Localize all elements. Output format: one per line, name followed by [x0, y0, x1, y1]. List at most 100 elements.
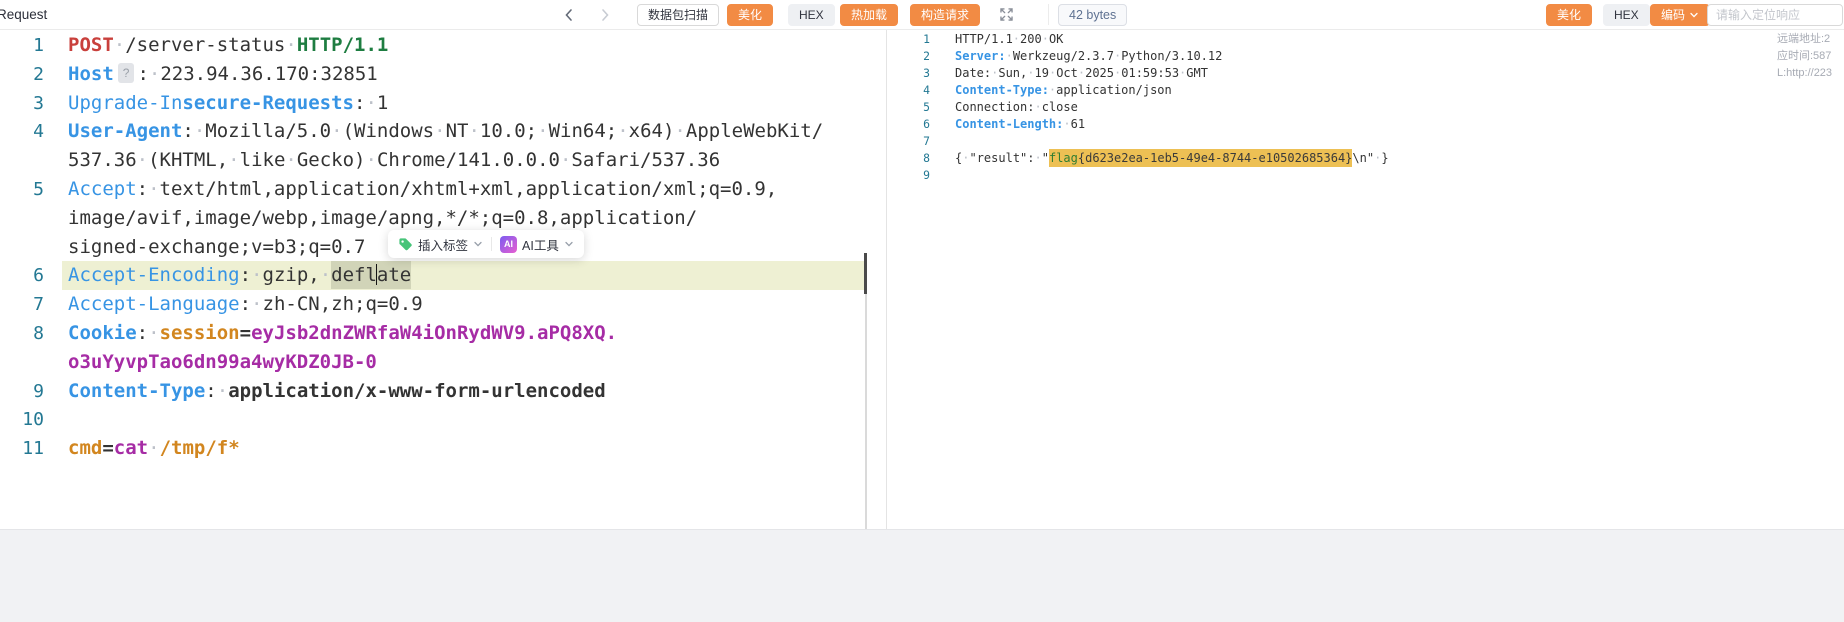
overview-ruler-track: [865, 294, 867, 529]
next-packet-button[interactable]: [597, 7, 613, 23]
line-number: 3: [33, 92, 44, 114]
code-token: 19: [1034, 66, 1049, 80]
overview-ruler-cursor-mark: [864, 253, 867, 294]
line-content: Content-Length:·61: [955, 117, 1085, 131]
line-number: 1: [33, 35, 44, 56]
code-token: Oct: [1056, 66, 1078, 80]
code-token: ·: [136, 149, 149, 172]
hot-reload-button[interactable]: 热加载: [840, 4, 899, 26]
code-token: Content-Type:: [955, 83, 1049, 97]
build-request-button[interactable]: 构造请求: [910, 4, 981, 26]
code-line[interactable]: o3uYyvpTao6dn99a4wyKDZ0JB-0: [0, 348, 886, 377]
code-token: ·: [148, 321, 160, 344]
code-token: text/html,application/xhtml+xml,applicat…: [159, 177, 778, 200]
code-line[interactable]: 10: [0, 405, 886, 434]
code-line[interactable]: image/avif,image/webp,image/apng,*/*;q=0…: [0, 204, 886, 233]
request-panel-title: Request: [0, 7, 48, 22]
code-line[interactable]: 11 cmd=cat·/tmp/f*: [0, 434, 886, 463]
line-content: Cookie:·session=eyJsb2dnZWRfaW4iOnRydWV9…: [68, 322, 617, 344]
code-line[interactable]: 9 Content-Type:·application/x-www-form-ur…: [0, 377, 886, 406]
line-number: 1: [923, 32, 930, 46]
locate-response-input[interactable]: [1707, 4, 1843, 26]
code-token: ·: [285, 34, 297, 56]
code-token: ·: [1041, 32, 1049, 46]
code-line[interactable]: 6 Accept-Encoding:·gzip,·deflate: [0, 261, 886, 290]
code-token: :: [205, 379, 217, 402]
response-hex-button[interactable]: HEX: [1603, 4, 1650, 26]
line-number: 5: [33, 178, 44, 200]
code-line[interactable]: 2 Server:·Werkzeug/2.3.7·Python/3.10.12: [887, 48, 1844, 65]
code-line[interactable]: 7 Accept-Language:·zh-CN,zh;q=0.9: [0, 290, 886, 319]
code-line[interactable]: 7: [887, 133, 1844, 150]
line-content: {·"result":·"flag{d623e2ea-1eb5-49e4-874…: [955, 149, 1389, 167]
insert-tag-menu[interactable]: 插入标签: [398, 235, 483, 254]
header-divider: [1048, 4, 1049, 25]
code-token: :: [239, 293, 252, 316]
code-token: ·: [319, 264, 332, 287]
code-token: ·: [113, 34, 126, 56]
packet-scan-button[interactable]: 数据包扫描: [637, 4, 720, 26]
code-line[interactable]: 9: [887, 167, 1844, 184]
code-token: /server-status: [125, 34, 286, 56]
code-token: ·: [285, 149, 297, 172]
code-token: POST: [68, 34, 114, 56]
line-number: 8: [33, 322, 44, 344]
code-line[interactable]: 6 Content-Length:·61: [887, 116, 1844, 133]
insert-tag-label: 插入标签: [418, 238, 469, 253]
chevron-down-icon: [474, 241, 482, 247]
line-number: 9: [33, 380, 44, 402]
code-token: HTTP/1.1: [296, 34, 389, 56]
code-line[interactable]: 5 Connection:·close: [887, 99, 1844, 116]
encode-dropdown[interactable]: 编码: [1650, 4, 1711, 26]
code-line[interactable]: 3 Date:·Sun,·19·Oct·2025·01:59:53·GMT: [887, 65, 1844, 82]
line-number: 7: [33, 294, 44, 316]
host-hint-badge: ?: [117, 62, 135, 83]
code-line[interactable]: 1 HTTP/1.1·200·OK: [887, 31, 1844, 48]
code-token: Sun,: [998, 66, 1028, 80]
code-line[interactable]: 4 Content-Type:·application/json: [887, 82, 1844, 99]
code-token: ·: [1005, 49, 1013, 63]
code-token: Date:: [955, 66, 992, 80]
line-number: 10: [22, 409, 44, 431]
code-token: 2025: [1085, 66, 1115, 80]
fullscreen-icon[interactable]: [998, 6, 1015, 23]
code-line[interactable]: 5 Accept:·text/html,application/xhtml+xml…: [0, 175, 886, 204]
code-token: :: [353, 91, 366, 114]
code-token: ·: [148, 437, 160, 460]
request-beautify-button[interactable]: 美化: [727, 4, 774, 26]
code-token: Content-Type: [68, 379, 206, 402]
ai-icon: AI: [500, 235, 518, 253]
code-line[interactable]: 537.36·(KHTML,·like·Gecko)·Chrome/141.0.…: [0, 146, 886, 175]
code-token: 1: [376, 91, 389, 114]
code-token: ate: [376, 261, 412, 290]
toolbar-divider: [491, 237, 493, 251]
line-number: 8: [923, 151, 930, 165]
code-token: 01:59:53: [1121, 66, 1180, 80]
code-line[interactable]: 1 POST·/server-status·HTTP/1.1: [0, 31, 886, 60]
code-token: "result":: [969, 151, 1035, 165]
line-number: 5: [923, 100, 930, 114]
code-token: (Windows: [342, 120, 435, 143]
bottom-empty-area: [0, 529, 1844, 622]
response-editor[interactable]: 1 HTTP/1.1·200·OK 2 Server:·Werkzeug/2.3.7·…: [887, 29, 1844, 529]
response-beautify-button[interactable]: 美化: [1546, 4, 1593, 26]
request-hex-button[interactable]: HEX: [788, 4, 835, 26]
prev-packet-button[interactable]: [561, 7, 577, 23]
code-token: Chrome/141.0.0.0: [376, 149, 560, 172]
code-line[interactable]: 4 User-Agent:·Mozilla/5.0·(Windows·NT·10.…: [0, 117, 886, 146]
http-packet-viewer: Request 数据包扫描 美化 HEX 热加载 构造请求 42 bytes 美…: [0, 0, 1844, 622]
ai-tools-menu[interactable]: AI AI工具: [500, 235, 574, 254]
flag-highlight: {d623e2ea-1eb5-49e4-8744-e10502685364}: [1077, 149, 1353, 167]
code-line[interactable]: 8 Cookie:·session=eyJsb2dnZWRfaW4iOnRydWV…: [0, 319, 886, 348]
line-content: Accept-Encoding:·gzip,·deflate: [68, 261, 412, 290]
request-editor[interactable]: 1 POST·/server-status·HTTP/1.1 2 Host?:·223…: [0, 29, 886, 529]
code-token: ·: [434, 120, 446, 143]
code-line[interactable]: 8 {·"result":·"flag{d623e2ea-1eb5-49e4-87…: [887, 149, 1844, 167]
code-token: cat: [113, 437, 149, 460]
code-line[interactable]: 3 Upgrade-Insecure-Requests:·1: [0, 89, 886, 118]
code-token: like: [239, 149, 286, 172]
code-token: application/x-www-form-urlencoded: [228, 379, 606, 402]
line-number: 4: [33, 121, 44, 143]
code-line[interactable]: 2 Host?:·223.94.36.170:32851: [0, 60, 886, 89]
chevron-down-icon: [565, 241, 573, 247]
